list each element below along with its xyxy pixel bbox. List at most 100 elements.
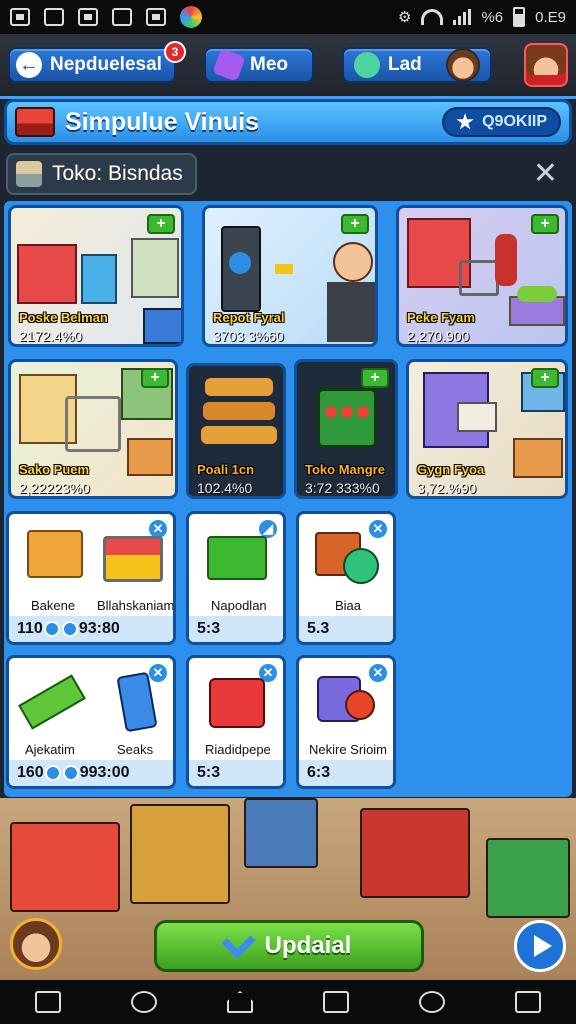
- item-label: Nekire Srioim: [309, 742, 388, 757]
- shop-value: 102.4%0: [197, 480, 253, 496]
- panel-title: Simpulue Vinuis: [65, 107, 260, 136]
- clock: 0.E9: [535, 8, 566, 26]
- assistant-icon[interactable]: [419, 991, 445, 1013]
- close-icon[interactable]: ✕: [367, 662, 389, 684]
- coin-icon: [61, 621, 78, 637]
- shop-card[interactable]: + Toko Mangre 3:72 333%0: [294, 359, 398, 499]
- add-icon[interactable]: +: [531, 214, 559, 234]
- close-icon[interactable]: ✕: [367, 518, 389, 540]
- item-label: Bllahskaniam: [97, 598, 175, 613]
- basket-icon: [207, 536, 267, 580]
- section-header: Toko: Bisndas ✕: [6, 153, 570, 195]
- battery-icon: [513, 7, 526, 27]
- coin-icon: [62, 765, 79, 781]
- item-price: 5:3: [189, 616, 283, 642]
- item-card[interactable]: ✕ Riadidpepe 5:3: [186, 655, 286, 789]
- item-price: 160 993:00: [9, 760, 173, 786]
- screenshot-icon[interactable]: [515, 991, 541, 1013]
- treasure-chest-icon: [15, 107, 55, 137]
- redeem-code-button[interactable]: Q9OKIIP: [442, 107, 561, 137]
- share-icon[interactable]: [35, 991, 61, 1013]
- shop-value: 3,72.%90: [417, 480, 477, 496]
- item-label: Bakene: [31, 598, 76, 613]
- item-label: Ajekatim: [25, 742, 75, 757]
- player-avatar[interactable]: [524, 43, 568, 87]
- item-label: Riadidpepe: [205, 742, 271, 757]
- checkmark-icon: [221, 924, 256, 959]
- store-icon: [16, 161, 42, 187]
- shop-panel: Simpulue Vinuis Q9OKIIP Toko: Bisndas ✕ …: [0, 96, 576, 798]
- back-nav-icon[interactable]: [131, 991, 157, 1013]
- gallery-icon: [10, 8, 30, 26]
- tab-lad[interactable]: Lad: [342, 47, 492, 83]
- shop-name: Poali 1cn: [197, 462, 255, 477]
- shop-value: 2,22223%0: [19, 480, 90, 496]
- redeem-code-label: Q9OKIIP: [482, 113, 547, 130]
- tab-lad-label: Lad: [388, 54, 422, 75]
- shop-card[interactable]: + Sako Puem 2,22223%0: [8, 359, 178, 499]
- discount-icon: [343, 548, 379, 584]
- item-price-tail: 993:00: [79, 764, 130, 781]
- play-icon[interactable]: [514, 920, 566, 972]
- shop-name: Poske Belman: [19, 310, 108, 325]
- close-icon[interactable]: ✕: [147, 662, 169, 684]
- item-label: Biaa: [335, 598, 362, 613]
- hammer-icon: [18, 674, 86, 730]
- coin-icon: [44, 765, 61, 781]
- item-price: 110 93:80: [9, 616, 173, 642]
- shop-name: Toko Mangre: [305, 462, 385, 477]
- item-label: Napodlan: [211, 598, 267, 613]
- update-button[interactable]: Updaial: [154, 920, 424, 972]
- section-label: Toko: Bisndas: [52, 162, 183, 185]
- friend-avatar[interactable]: [446, 48, 480, 82]
- home-icon[interactable]: [227, 991, 253, 1013]
- section-label-box: Toko: Bisndas: [6, 153, 197, 195]
- system-nav-bar: [0, 980, 576, 1024]
- shop-card[interactable]: + Repot Fyral 3703 3%60: [202, 205, 378, 347]
- tab-meo-label: Meo: [250, 54, 288, 75]
- shop-card[interactable]: + Gygn Fyoa 3,72.%90: [406, 359, 568, 499]
- item-price-value: 160: [17, 764, 44, 781]
- storefront-image: [10, 822, 120, 912]
- item-card[interactable]: ◢ Napodlan 5:3: [186, 511, 286, 645]
- status-bar: ⚙ %6 0.E9: [0, 0, 576, 34]
- recents-icon[interactable]: [323, 991, 349, 1013]
- add-icon[interactable]: +: [141, 368, 169, 388]
- shop-grid: + Poske Belman 2172.4%0 + Repot Fyral 37…: [4, 201, 572, 797]
- game-app-icon: [180, 6, 202, 28]
- shelf-image: [244, 798, 318, 868]
- add-icon[interactable]: +: [361, 368, 389, 388]
- item-card[interactable]: ✕ Ajekatim Seaks 160 993:00: [6, 655, 176, 789]
- shop-value: 3:72 333%0: [305, 480, 380, 496]
- coin-icon: [43, 621, 60, 637]
- item-card[interactable]: ✕ Nekire Srioim 6:3: [296, 655, 396, 789]
- shop-name: Peke Fyam: [407, 310, 475, 325]
- panel-title-bar: Simpulue Vinuis Q9OKIIP: [4, 99, 572, 145]
- item-price-value: 110: [17, 620, 43, 637]
- star-icon: [456, 113, 474, 130]
- item-price: 5:3: [189, 760, 283, 786]
- folder-icon: [78, 8, 98, 26]
- shop-value: 3703 3%60: [213, 328, 284, 344]
- item-price: 6:3: [299, 760, 393, 786]
- more-icon: [146, 8, 166, 26]
- box-icon: [27, 530, 83, 578]
- tab-meo[interactable]: Meo: [204, 47, 314, 83]
- settings-gear-icon: ⚙: [398, 9, 412, 26]
- shop-name: Gygn Fyoa: [417, 462, 485, 477]
- close-icon[interactable]: ✕: [533, 159, 558, 189]
- signal-icon: [453, 9, 472, 25]
- profile-avatar[interactable]: [10, 918, 62, 970]
- shop-card[interactable]: Poali 1cn 102.4%0: [186, 363, 286, 499]
- download-icon: [44, 8, 64, 26]
- item-card[interactable]: ✕ Biaa 5.3: [296, 511, 396, 645]
- add-icon[interactable]: +: [341, 214, 369, 234]
- shop-value: 2,270.900: [407, 328, 470, 344]
- add-icon[interactable]: +: [531, 368, 559, 388]
- item-card[interactable]: ✕ Bakene Bllahskaniam 110 93:80: [6, 511, 176, 645]
- update-button-label: Updaial: [264, 932, 352, 959]
- shop-card[interactable]: + Peke Fyam 2,270.900: [396, 205, 568, 347]
- shop-card[interactable]: + Poske Belman 2172.4%0: [8, 205, 184, 347]
- add-icon[interactable]: +: [147, 214, 175, 234]
- back-button[interactable]: ← Nepduelesal 3: [8, 41, 186, 83]
